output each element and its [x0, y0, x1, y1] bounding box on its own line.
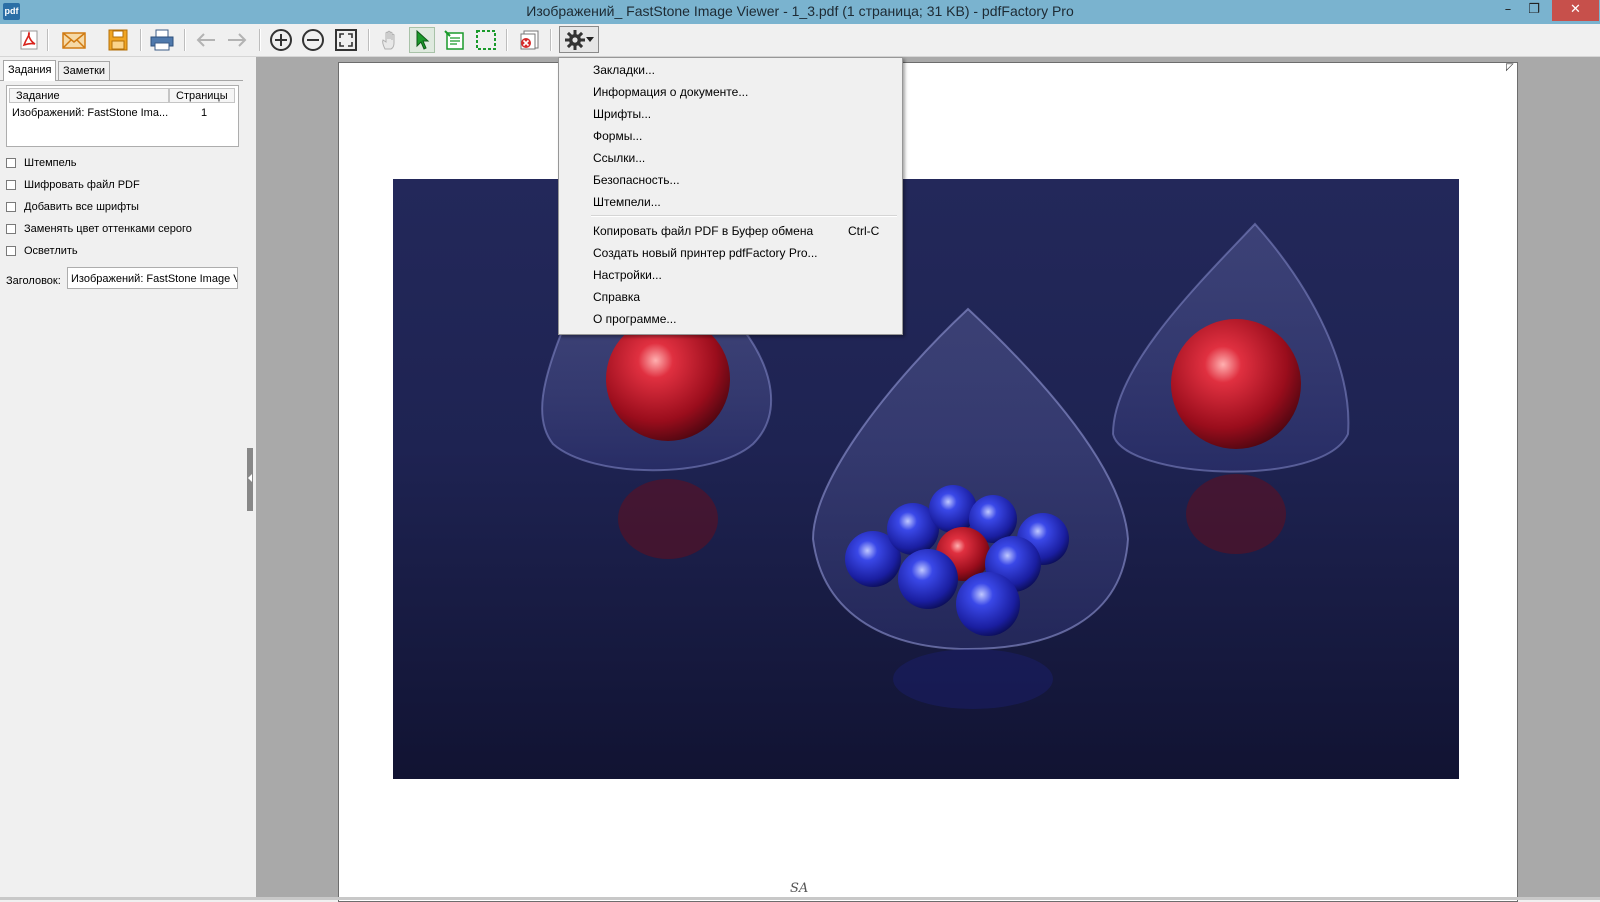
toolbar-separator: [259, 29, 261, 51]
close-button[interactable]: ✕: [1552, 0, 1599, 21]
toolbar-separator: [140, 29, 142, 51]
forward-arrow-icon[interactable]: [224, 27, 250, 53]
header-label: Заголовок:: [6, 275, 61, 287]
menu-item-bookmarks[interactable]: Закладки...: [559, 59, 902, 81]
chevron-down-icon: [586, 36, 594, 42]
toolbar: [0, 24, 1600, 57]
zoom-in-icon[interactable]: [268, 27, 294, 53]
toolbar-separator: [368, 29, 370, 51]
menu-item-label: Копировать файл PDF в Буфер обмена: [593, 224, 814, 238]
header-input[interactable]: Изображений: FastStone Image V: [67, 267, 238, 289]
zoom-out-icon[interactable]: [300, 27, 326, 53]
print-icon[interactable]: [149, 27, 175, 53]
menu-item-label: Закладки...: [593, 63, 655, 77]
hand-tool-icon[interactable]: [377, 27, 403, 53]
save-icon[interactable]: [105, 27, 131, 53]
encrypt-pdf-checkbox[interactable]: Шифровать файл PDF: [6, 177, 140, 193]
toolbar-separator: [184, 29, 186, 51]
gear-icon: [565, 29, 585, 50]
window-title: Изображений_ FastStone Image Viewer - 1_…: [526, 3, 1074, 19]
menu-item-links[interactable]: Ссылки...: [559, 147, 902, 169]
fit-page-icon[interactable]: [333, 27, 359, 53]
stamp-checkbox[interactable]: Штемпель: [6, 155, 77, 171]
checkbox-label: Штемпель: [24, 157, 77, 169]
column-header-pages[interactable]: Страницы: [169, 88, 235, 103]
menu-item-fonts[interactable]: Шрифты...: [559, 103, 902, 125]
menu-item-label: О программе...: [593, 312, 677, 326]
menu-separator: [591, 215, 897, 217]
menu-item-about[interactable]: О программе...: [559, 308, 902, 330]
settings-dropdown-button[interactable]: [559, 26, 599, 53]
menu-item-label: Безопасность...: [593, 173, 680, 187]
menu-item-new-printer[interactable]: Создать новый принтер pdfFactory Pro...: [559, 242, 902, 264]
menu-item-settings[interactable]: Настройки...: [559, 264, 902, 286]
title-bar: pdf Изображений_ FastStone Image Viewer …: [0, 0, 1600, 24]
column-header-task[interactable]: Задание: [9, 88, 169, 103]
page-image: [393, 179, 1459, 779]
page-corner-mark: ◸: [1506, 62, 1514, 73]
menu-item-label: Информация о документе...: [593, 85, 749, 99]
task-pages-cell: 1: [201, 107, 208, 119]
menu-item-label: Штемпели...: [593, 195, 661, 209]
checkbox-label: Осветлить: [24, 245, 78, 257]
back-arrow-icon[interactable]: [193, 27, 219, 53]
lighten-checkbox[interactable]: Осветлить: [6, 243, 78, 259]
menu-item-document-info[interactable]: Информация о документе...: [559, 81, 902, 103]
menu-item-label: Шрифты...: [593, 107, 652, 121]
checkbox-box[interactable]: [6, 246, 16, 256]
grayscale-checkbox[interactable]: Заменять цвет оттенками серого: [6, 221, 192, 237]
menu-item-help[interactable]: Справка: [559, 286, 902, 308]
menu-item-label: Настройки...: [593, 268, 662, 282]
embed-fonts-checkbox[interactable]: Добавить все шрифты: [6, 199, 139, 215]
tab-notes[interactable]: Заметки: [58, 61, 111, 80]
checkbox-label: Заменять цвет оттенками серого: [24, 223, 192, 235]
toolbar-separator: [47, 29, 49, 51]
checkbox-box[interactable]: [6, 202, 16, 212]
page-watermark: SA: [790, 881, 809, 896]
collapse-arrow-icon: [248, 474, 252, 482]
checkbox-box[interactable]: [6, 158, 16, 168]
select-arrow-icon[interactable]: [409, 27, 435, 53]
tab-tasks[interactable]: Задания: [3, 60, 57, 81]
restore-button[interactable]: ❐: [1521, 0, 1547, 21]
menu-item-stamps[interactable]: Штемпели...: [559, 191, 902, 213]
menu-item-copy-pdf[interactable]: Копировать файл PDF в Буфер обмена Ctrl-C: [559, 220, 902, 242]
checkbox-label: Шифровать файл PDF: [24, 179, 140, 191]
settings-menu: Закладки... Информация о документе... Шр…: [558, 57, 903, 335]
task-name-cell: Изображений: FastStone Ima...: [12, 107, 169, 119]
area-select-icon[interactable]: [473, 27, 499, 53]
pdf-save-icon[interactable]: [16, 27, 42, 53]
left-panel: Задания Заметки Задание Страницы Изображ…: [0, 57, 244, 900]
checkbox-box[interactable]: [6, 224, 16, 234]
menu-item-label: Ссылки...: [593, 151, 646, 165]
menu-item-forms[interactable]: Формы...: [559, 125, 902, 147]
menu-item-label: Формы...: [593, 129, 643, 143]
checkbox-box[interactable]: [6, 180, 16, 190]
minimize-button[interactable]: –: [1495, 0, 1521, 21]
menu-item-label: Справка: [593, 290, 641, 304]
menu-item-label: Создать новый принтер pdfFactory Pro...: [593, 246, 818, 260]
delete-page-icon[interactable]: [516, 27, 542, 53]
menu-item-shortcut: Ctrl-C: [848, 224, 880, 238]
task-list[interactable]: Задание Страницы Изображений: FastStone …: [6, 85, 239, 147]
email-icon[interactable]: [61, 27, 87, 53]
toolbar-separator: [506, 29, 508, 51]
checkbox-label: Добавить все шрифты: [24, 201, 139, 213]
toolbar-separator: [550, 29, 552, 51]
menu-item-security[interactable]: Безопасность...: [559, 169, 902, 191]
text-select-icon[interactable]: [441, 27, 467, 53]
